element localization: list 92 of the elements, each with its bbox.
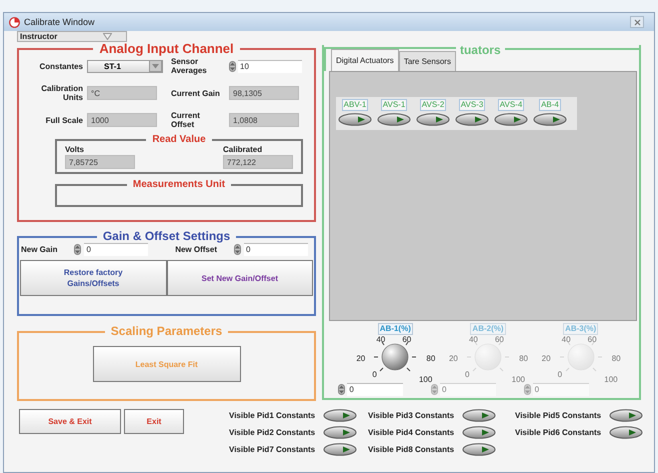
- knob-label: AB-2(%): [470, 323, 506, 335]
- value-display: 1,0808: [229, 113, 299, 127]
- scale-label: 60: [402, 335, 412, 344]
- numeric-field[interactable]: 0: [244, 243, 308, 256]
- field-label: Current Offset: [171, 111, 201, 129]
- field-label: Constantes: [38, 62, 83, 70]
- toggle-switch[interactable]: [323, 409, 357, 422]
- spinner-icon[interactable]: [74, 244, 82, 255]
- scale-label: 40: [376, 335, 386, 344]
- toggle-switch[interactable]: [323, 443, 357, 456]
- close-icon[interactable]: [634, 18, 640, 26]
- scale-label: 60: [494, 335, 504, 344]
- knob-label: AB-3(%): [563, 323, 598, 335]
- switch-label: AVS-4: [498, 99, 524, 111]
- value-display: 7,85725: [65, 155, 135, 169]
- field-label: Full Scale: [44, 116, 83, 124]
- toggle-switch[interactable]: [462, 409, 496, 422]
- panel-title: Measurements Unit: [132, 180, 226, 190]
- toggle-label: Visible Pid1 Constants: [229, 411, 316, 420]
- toggle-label: Visible Pid3 Constants: [368, 411, 456, 420]
- switch-label: AVS-3: [458, 99, 486, 111]
- save-exit-button[interactable]: Save & Exit: [19, 409, 121, 434]
- toggle-switch[interactable]: [462, 426, 496, 439]
- toggle-switch[interactable]: [416, 113, 450, 126]
- value-display: 772,122: [223, 155, 293, 169]
- switch-label: ABV-1: [342, 99, 368, 111]
- scale-label: 40: [468, 335, 478, 344]
- value-display: °C: [87, 86, 157, 100]
- constants-dropdown[interactable]: ST-1: [87, 60, 163, 72]
- scale-label: 20: [542, 354, 551, 363]
- spinner-icon[interactable]: [229, 60, 236, 72]
- scale-label: 20: [448, 354, 458, 363]
- toggle-label: Visible Pid8 Constants: [368, 445, 456, 454]
- scale-label: 20: [356, 354, 366, 363]
- toggle-switch[interactable]: [462, 443, 496, 456]
- field-label: Current Gain: [171, 88, 221, 98]
- switch-label: AVS-1: [380, 99, 408, 111]
- field-label: Calibrated: [223, 145, 264, 154]
- scale-label: 0: [372, 370, 377, 379]
- close-button[interactable]: [630, 16, 644, 28]
- toggle-switch[interactable]: [533, 113, 567, 126]
- scale-label: 0: [464, 370, 470, 379]
- toggle-switch[interactable]: [609, 409, 643, 422]
- spinner-icon[interactable]: [338, 384, 346, 395]
- numeric-field[interactable]: 10: [238, 60, 302, 72]
- toggle-switch[interactable]: [323, 426, 357, 439]
- user-dropdown[interactable]: Instructor: [17, 31, 127, 42]
- panel-title: tuators: [460, 44, 501, 56]
- field-label: Volts: [65, 145, 85, 154]
- toggle-label: Visible Pid4 Constants: [368, 428, 456, 437]
- scale-label: 40: [562, 335, 571, 344]
- tab[interactable]: Digital Actuators: [331, 49, 399, 71]
- scale-label: 80: [426, 354, 436, 363]
- spinner-icon[interactable]: [234, 244, 241, 255]
- panel-title: Read Value: [151, 135, 207, 145]
- restore-button[interactable]: Restore factory Gains/Offsets: [20, 260, 166, 296]
- toggle-label: Visible Pid5 Constants: [515, 411, 602, 420]
- numeric-field[interactable]: 0: [347, 383, 404, 396]
- toggle-switch[interactable]: [377, 113, 411, 126]
- field-label: Sensor Averages: [171, 57, 208, 75]
- scale-label: 100: [604, 375, 618, 384]
- scale-label: 100: [418, 375, 432, 384]
- switch-label: AB-4: [539, 99, 561, 111]
- toggle-switch[interactable]: [455, 113, 489, 126]
- toggle-switch[interactable]: [609, 426, 643, 439]
- panel-title: Scaling Parameters: [110, 325, 224, 338]
- scale-label: 60: [588, 335, 597, 344]
- field-label: New Gain: [21, 245, 58, 254]
- toggle-label: Visible Pid6 Constants: [515, 428, 602, 437]
- panel-title: Analog Input Channel: [98, 42, 235, 55]
- value-display: 1000: [87, 113, 157, 127]
- toggle-switch[interactable]: [494, 113, 528, 126]
- app-icon: [9, 16, 20, 28]
- scale-label: 80: [519, 354, 528, 363]
- caret-icon: [103, 33, 112, 40]
- toggle-label: Visible Pid2 Constants: [229, 428, 316, 437]
- scale-label: 0: [558, 370, 562, 379]
- switch-label: AVS-2: [420, 99, 446, 111]
- numeric-field[interactable]: 0: [84, 243, 148, 256]
- exit-button[interactable]: Exit: [124, 409, 184, 434]
- field-label: New Offset: [175, 245, 217, 254]
- panel-title: Gain & Offset Settings: [102, 230, 232, 243]
- scale-label: 100: [512, 375, 525, 384]
- set-button[interactable]: Set New Gain/Offset: [166, 260, 313, 296]
- window-title: Calibrate Window: [24, 17, 96, 27]
- toggle-label: Visible Pid7 Constants: [229, 445, 316, 454]
- field-label: Calibration Units: [40, 84, 83, 102]
- scale-label: 80: [612, 354, 621, 363]
- tab[interactable]: Tare Sensors: [398, 51, 456, 71]
- toggle-switch[interactable]: [338, 113, 372, 126]
- knob-label: AB-1(%): [378, 323, 413, 335]
- value-display: 98,1305: [229, 86, 299, 100]
